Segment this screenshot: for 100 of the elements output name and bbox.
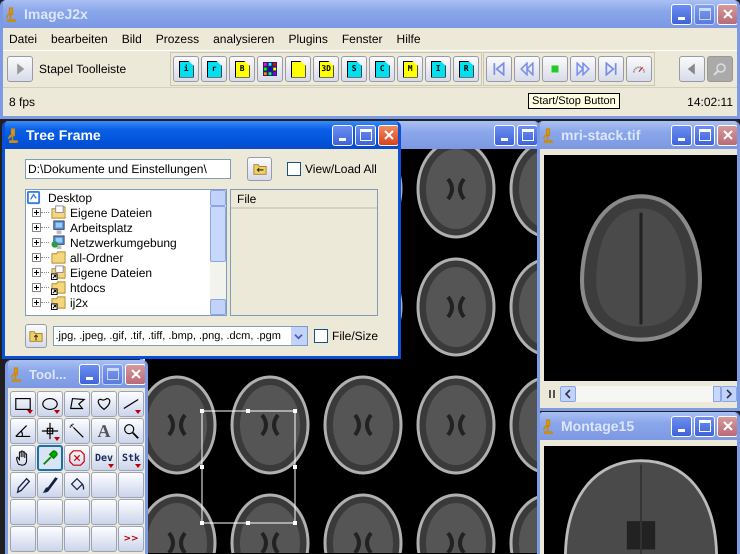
maximize-button[interactable] (694, 416, 715, 436)
crosshair-icon (41, 422, 59, 440)
expand-toggle[interactable] (32, 223, 41, 232)
stack-tool-button[interactable]: S (341, 56, 368, 82)
close-button[interactable] (125, 364, 145, 384)
maximize-icon (698, 420, 710, 432)
menu-item[interactable]: Plugins (288, 32, 328, 46)
play-button[interactable] (7, 56, 33, 82)
last-button[interactable] (598, 56, 624, 82)
stack-tool-button[interactable]: C (369, 56, 396, 82)
close-icon (130, 369, 140, 379)
tree-item[interactable]: all-Ordner (70, 250, 124, 264)
stack-tool-button[interactable]: i (173, 56, 200, 82)
minimize-button[interactable] (671, 416, 692, 436)
expand-toggle[interactable] (32, 298, 41, 307)
tree-item[interactable]: ij2x (70, 296, 88, 310)
file-filter-dropdown[interactable]: .jpg, .jpeg, .gif, .tif, .tiff, .bmp, .png, .dcm, .pgm (52, 326, 308, 346)
tool-button[interactable] (118, 418, 144, 444)
menu-item[interactable]: Datei (9, 32, 38, 46)
minimize-button[interactable] (671, 4, 692, 24)
stack-tool-button[interactable]: 3D (313, 56, 340, 82)
expand-toggle[interactable] (32, 208, 41, 217)
tree-item[interactable]: Eigene Dateien (70, 266, 152, 280)
tree-item[interactable]: Eigene Dateien (70, 206, 152, 220)
stack-tool-button[interactable]: B (229, 56, 256, 82)
left-chevron-icon (565, 389, 571, 399)
checkbox[interactable] (287, 162, 301, 176)
tool-button[interactable] (64, 472, 90, 498)
forward-button[interactable] (570, 56, 596, 82)
menu-item[interactable]: bearbeiten (51, 32, 108, 46)
stack-tool-button[interactable]: M (397, 56, 424, 82)
expand-toggle[interactable] (32, 253, 41, 262)
stack-tool-button[interactable]: R (453, 56, 480, 82)
rewind-button[interactable] (514, 56, 540, 82)
maximize-button[interactable] (694, 124, 715, 146)
tree-item[interactable]: Arbeitsplatz (70, 220, 133, 234)
path-field[interactable]: D:\Dokumente und Einstellungen\ (25, 159, 231, 179)
maximize-button[interactable] (102, 364, 123, 384)
stack-tool-button[interactable] (285, 56, 312, 82)
pause-icon[interactable] (548, 389, 556, 399)
tool-button[interactable] (118, 391, 144, 417)
heart-shape-icon (95, 395, 113, 413)
selection-rectangle[interactable] (200, 409, 297, 525)
tool-button[interactable] (37, 418, 63, 444)
scrollbar[interactable] (210, 190, 226, 315)
tree-item[interactable]: htdocs (70, 280, 106, 294)
folder-up-button[interactable] (25, 324, 46, 348)
expand-toggle[interactable] (32, 268, 41, 277)
minimize-icon (339, 138, 346, 140)
minimize-button[interactable] (671, 124, 692, 146)
maximize-button[interactable] (355, 124, 376, 146)
minimize-button[interactable] (332, 124, 353, 146)
skip-to-end-icon (604, 62, 618, 76)
tool-button[interactable] (64, 391, 90, 417)
menu-item[interactable]: Bild (122, 32, 142, 46)
window-title: mri-stack.tif (561, 127, 640, 143)
gauge-button[interactable] (626, 56, 652, 82)
close-button[interactable] (717, 416, 737, 436)
stop-button[interactable] (542, 56, 568, 82)
tool-button[interactable] (10, 391, 36, 417)
maximize-button[interactable] (517, 124, 537, 146)
expand-toggle[interactable] (32, 283, 41, 292)
stack-tool-button[interactable]: I (425, 56, 452, 82)
expand-toggle[interactable] (32, 238, 41, 247)
menu-item[interactable]: Prozess (156, 32, 200, 46)
tool-button[interactable]: >> (118, 526, 144, 552)
back-button[interactable] (679, 56, 705, 82)
right-arrow-button[interactable] (721, 386, 737, 402)
menu-item[interactable]: Fenster (342, 32, 383, 46)
tree-item[interactable]: Desktop (48, 190, 92, 204)
minimize-button[interactable] (494, 124, 515, 146)
tool-button[interactable]: Dev (91, 445, 117, 471)
column-header[interactable]: File (231, 190, 377, 209)
maximize-icon (522, 129, 534, 141)
checkbox[interactable] (314, 329, 328, 343)
maximize-button[interactable] (694, 4, 715, 24)
left-arrow-button[interactable] (560, 386, 576, 402)
tool-button[interactable] (10, 472, 36, 498)
tool-button[interactable]: Stk (118, 445, 144, 471)
slider-thumb[interactable] (713, 386, 721, 402)
minimize-button[interactable] (79, 364, 100, 384)
dropdown-triangle-icon (54, 410, 60, 414)
tool-button[interactable] (91, 391, 117, 417)
first-button[interactable] (486, 56, 512, 82)
close-icon (722, 9, 732, 19)
tool-button[interactable] (37, 391, 63, 417)
menu-item[interactable]: Hilfe (396, 32, 421, 46)
menu-item[interactable]: analysieren (213, 32, 274, 46)
stack-tool-button[interactable] (257, 56, 284, 82)
tool-button[interactable] (10, 418, 36, 444)
tool-button[interactable] (10, 445, 36, 471)
folder-back-button[interactable] (247, 157, 272, 181)
close-button[interactable] (378, 124, 398, 146)
close-button[interactable] (717, 4, 737, 24)
tool-button[interactable] (64, 418, 90, 444)
tree-item[interactable]: Netzwerkumgebung (70, 236, 177, 250)
close-button[interactable] (717, 124, 737, 146)
tool-button[interactable]: A (91, 418, 117, 444)
tool-button[interactable] (37, 472, 63, 498)
stack-tool-button[interactable]: r (201, 56, 228, 82)
